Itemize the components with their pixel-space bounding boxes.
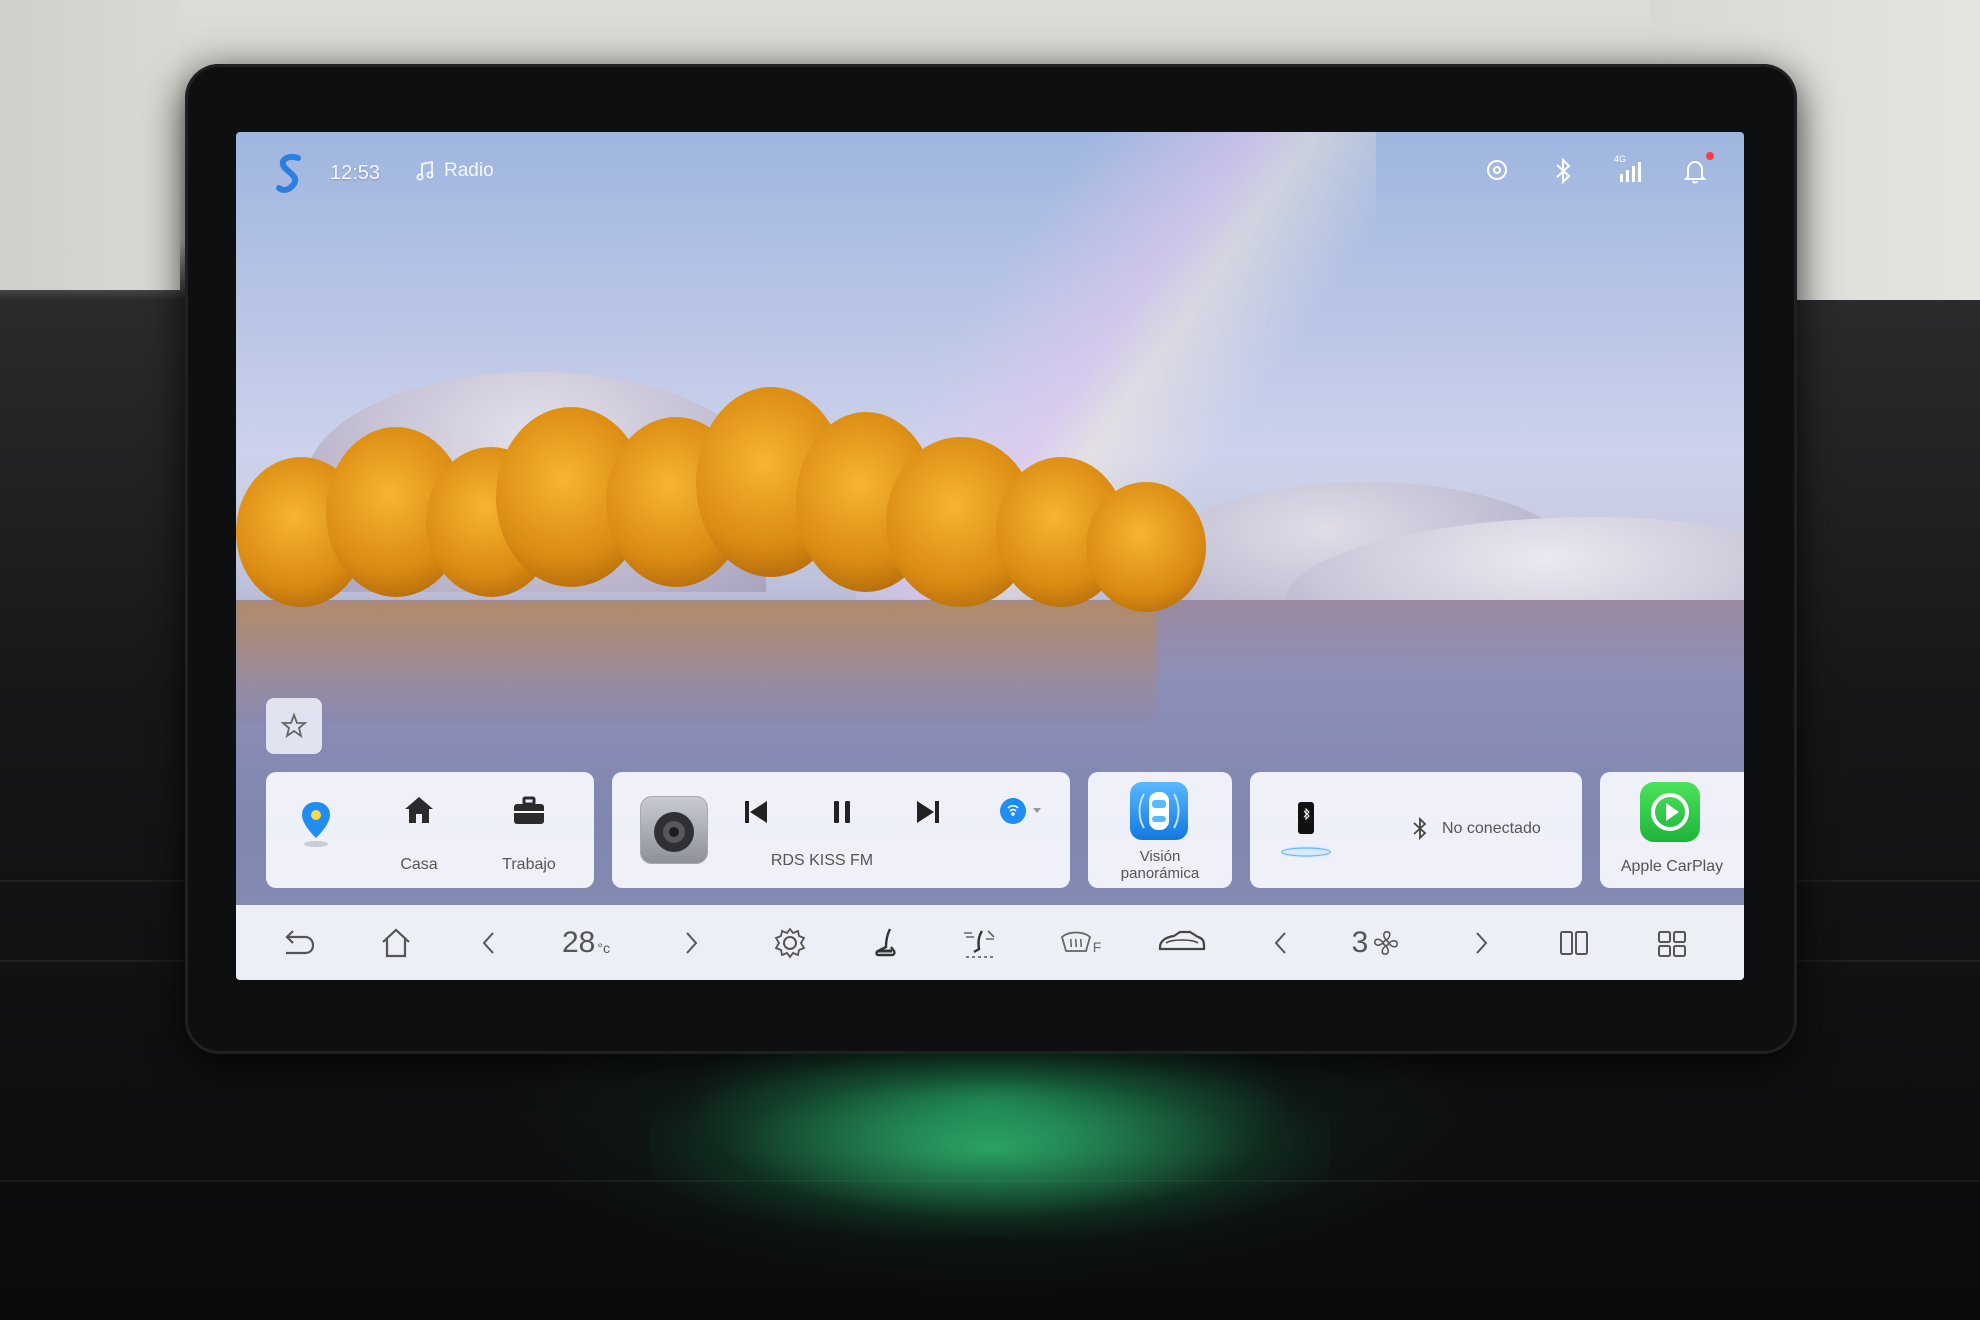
music-note-icon [416,160,434,181]
carplay-label: Apple CarPlay [1620,858,1724,875]
bluetooth-icon[interactable] [1548,156,1578,186]
fan-speed-down-icon[interactable] [1266,923,1296,963]
front-defrost-icon [1060,931,1091,952]
fan-speed-up-icon[interactable] [1466,923,1496,963]
media-card: RDS KISS FM [612,772,1070,888]
gear-icon[interactable] [770,923,810,963]
back-icon[interactable] [278,923,318,963]
notification-dot [1706,152,1714,160]
bell-icon[interactable] [1680,156,1710,186]
work-button[interactable] [512,796,546,831]
fan-speed-value: 3 [1351,926,1369,959]
home-button[interactable] [402,794,436,831]
source-selector[interactable] [998,796,1042,826]
panoramic-view-label: Visión panorámica [1088,848,1232,882]
front-defrost-label: F [1092,939,1102,955]
fan-icon [1374,931,1399,955]
panoramic-label-line1: Visión [1139,848,1181,865]
panoramic-view-app-icon [1130,782,1188,840]
network-type-label: 4G [1614,154,1627,164]
source-label: Radio [444,160,494,181]
previous-icon[interactable] [740,796,772,828]
chevron-down-icon [1033,808,1041,813]
briefcase-icon [514,796,544,824]
carplay-icon [1651,793,1689,831]
station-name: RDS KISS FM [770,852,874,869]
temperature-up-icon[interactable] [676,923,706,963]
work-label: Trabajo [502,856,556,873]
wall-left [0,0,180,290]
temperature-display: 28 °c [546,923,626,963]
bottom-dock: 28 °c F 3 [236,905,1744,980]
home-icon[interactable] [376,923,416,963]
map-pin-icon [302,802,330,847]
car-top-view-icon [1138,792,1180,830]
clock: 12:53 [330,162,381,184]
pause-icon[interactable] [826,796,858,828]
app-grid-icon[interactable] [1654,923,1690,963]
panoramic-view-card[interactable]: Visión panorámica [1088,772,1232,888]
carplay-app-icon [1640,782,1700,842]
location-icon[interactable] [1482,156,1512,186]
front-defrost-button[interactable]: F [1056,923,1104,963]
now-playing-source[interactable]: Radio [414,160,494,182]
favorite-button[interactable] [266,698,322,754]
temperature-unit: °c [597,940,610,956]
radio-artwork[interactable] [640,796,708,864]
car-icon[interactable] [1156,923,1208,963]
temperature-down-icon[interactable] [474,923,504,963]
phone-icon-wrap [1276,792,1336,869]
fan-speed-display: 3 [1336,923,1416,963]
navigation-card: Casa Trabajo [266,772,594,888]
home-label: Casa [400,856,438,873]
signal-4g-icon: 4G [1612,154,1648,186]
star-pin-icon [280,712,308,739]
status-bar: 12:53 Radio 4G [236,132,1744,202]
wallpaper-trees [236,387,1236,617]
airflow-direction-icon[interactable] [958,923,1002,963]
ambient-glow [650,1058,1330,1238]
phone-icon [1280,802,1332,858]
next-icon[interactable] [912,796,944,828]
home-icon [405,797,433,823]
panoramic-label-line2: panorámica [1120,865,1200,882]
infotainment-screen: 12:53 Radio 4G Casa Trabajo RDS KISS FM … [236,132,1744,980]
apple-carplay-card[interactable]: Apple CarPlay [1600,772,1744,888]
wallpaper-reflection [236,602,1156,722]
phone-connection-status: No conectado [1442,820,1541,837]
phone-card[interactable]: No conectado [1250,772,1582,888]
brand-logo-icon [276,154,301,193]
source-selector-icon [1000,798,1026,824]
seat-heater-icon[interactable] [866,923,906,963]
bluetooth-icon [1413,816,1427,841]
radio-speaker-icon [654,812,694,852]
map-pin-button[interactable] [298,800,334,855]
temperature-value: 28 [562,926,596,959]
split-screen-icon[interactable] [1556,923,1592,963]
